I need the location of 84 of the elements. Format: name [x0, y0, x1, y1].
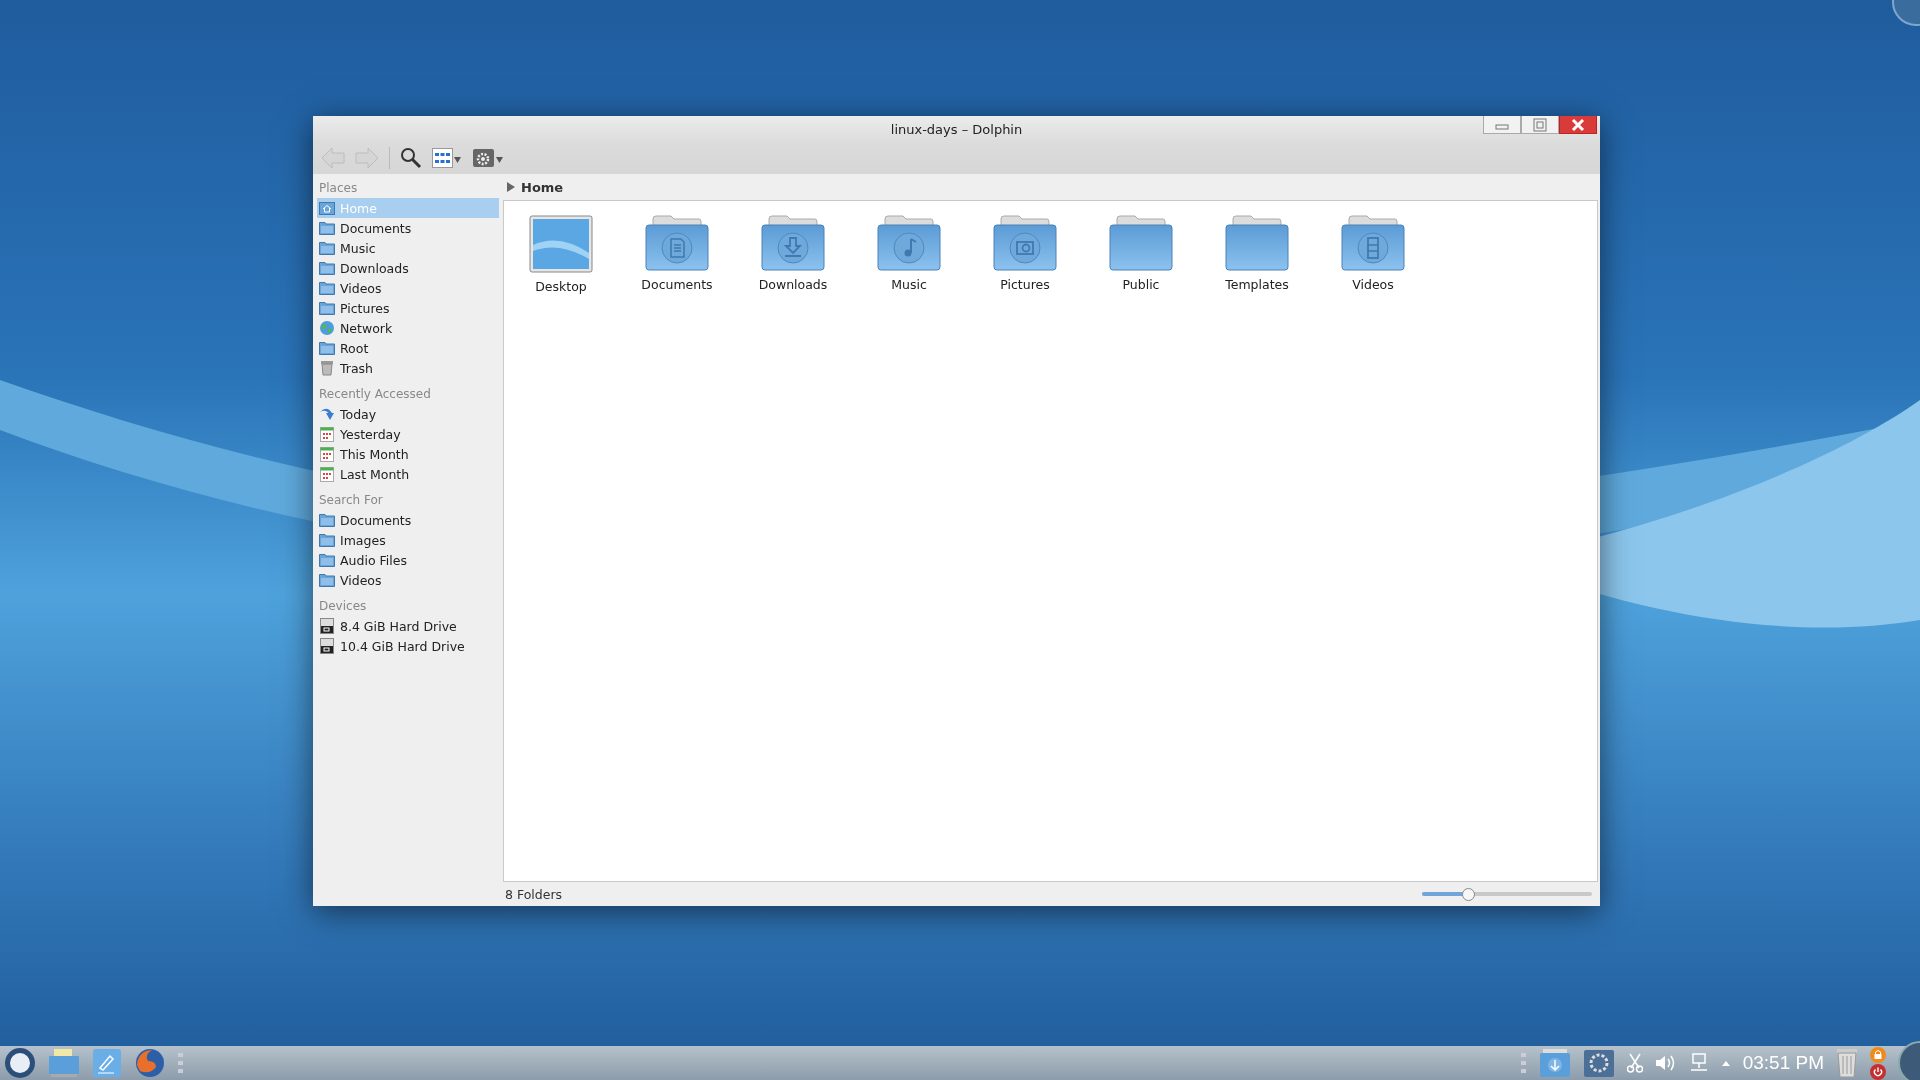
section-heading: Devices [318, 598, 368, 615]
folder-item[interactable]: Desktop [514, 215, 608, 294]
globe-icon [319, 320, 335, 336]
folder-item[interactable]: Music [862, 215, 956, 292]
folder-icon [319, 533, 335, 547]
minimize-button[interactable] [1483, 116, 1521, 134]
folder-icon [1225, 215, 1289, 271]
text-editor-icon[interactable] [92, 1048, 122, 1078]
sidebar-item[interactable]: Last Month [317, 464, 499, 484]
status-summary: 8 Folders [505, 886, 563, 902]
folder-icon [319, 573, 335, 587]
folder-icon [319, 281, 335, 295]
section-heading: Search For [318, 492, 384, 509]
trash-icon [319, 360, 335, 376]
expand-arrow-icon[interactable] [507, 182, 515, 192]
sidebar-item[interactable]: Downloads [317, 258, 499, 278]
home-folder-icon [319, 201, 335, 215]
sidebar-item[interactable]: Music [317, 238, 499, 258]
close-icon [1571, 117, 1585, 132]
folder-icon [319, 261, 335, 275]
folder-icon [1109, 215, 1173, 271]
folder-item[interactable]: Videos [1326, 215, 1420, 292]
search-icon[interactable] [400, 147, 422, 169]
curved-arrow-icon [319, 406, 335, 422]
desktop-screen-icon [529, 215, 593, 273]
sidebar-item[interactable]: This Month [317, 444, 499, 464]
calendar-icon [319, 446, 335, 462]
settings-icon[interactable] [472, 147, 504, 169]
folder-item[interactable]: Documents [630, 215, 724, 292]
file-manager-icon[interactable] [48, 1048, 80, 1078]
expand-tray-icon[interactable] [1720, 1059, 1731, 1067]
folder-icon [319, 513, 335, 527]
power-icon[interactable] [1870, 1063, 1886, 1080]
sidebar-item[interactable]: 8.4 GiB Hard Drive [317, 616, 499, 636]
camera-folder-icon [993, 215, 1057, 271]
section-heading: Places [318, 180, 359, 197]
close-button[interactable] [1559, 116, 1597, 134]
gear-tray-icon[interactable] [1582, 1048, 1615, 1078]
zoom-slider[interactable] [1422, 887, 1592, 901]
drag-handle-icon[interactable] [1520, 1051, 1527, 1075]
folder-item[interactable]: Templates [1210, 215, 1304, 292]
sidebar-item[interactable]: Root [317, 338, 499, 358]
trash-icon[interactable] [1836, 1048, 1858, 1078]
hard-drive-icon [319, 638, 335, 654]
sidebar-item[interactable]: Images [317, 530, 499, 550]
music-folder-icon [877, 215, 941, 271]
icon-view-icon[interactable] [432, 148, 462, 168]
sidebar-item[interactable]: Audio Files [317, 550, 499, 570]
lock-icon[interactable] [1870, 1046, 1886, 1063]
download-folder-icon [761, 215, 825, 271]
sidebar-item[interactable]: Documents [317, 510, 499, 530]
download-folder-icon[interactable] [1538, 1048, 1571, 1078]
sidebar-item[interactable]: Documents [317, 218, 499, 238]
sidebar-item[interactable]: Videos [317, 570, 499, 590]
app-launcher-icon[interactable] [4, 1047, 36, 1079]
folder-item[interactable]: Pictures [978, 215, 1072, 292]
hard-drive-icon [319, 618, 335, 634]
calendar-icon [319, 426, 335, 442]
sidebar-item[interactable]: Network [317, 318, 499, 338]
folder-icon [319, 221, 335, 235]
window-title: linux-days – Dolphin [890, 121, 1023, 137]
section-heading: Recently Accessed [318, 386, 432, 403]
web-browser-icon[interactable] [134, 1047, 166, 1079]
network-icon[interactable] [1688, 1053, 1709, 1073]
calendar-icon [319, 466, 335, 482]
sidebar-item[interactable]: Pictures [317, 298, 499, 318]
folder-item[interactable]: Public [1094, 215, 1188, 292]
sidebar-item[interactable]: Yesterday [317, 424, 499, 444]
speaker-icon[interactable] [1654, 1053, 1677, 1073]
maximize-icon [1533, 117, 1547, 132]
sidebar-item[interactable]: Videos [317, 278, 499, 298]
folder-icon [319, 301, 335, 315]
drag-handle-icon[interactable] [178, 1051, 184, 1075]
breadcrumb-location[interactable]: Home [521, 179, 564, 195]
film-folder-icon [1341, 215, 1405, 271]
folder-icon [319, 553, 335, 567]
folder-icon [319, 341, 335, 355]
document-folder-icon [645, 215, 709, 271]
sidebar-item[interactable]: Trash [317, 358, 499, 378]
sidebar-item[interactable]: 10.4 GiB Hard Drive [317, 636, 499, 656]
sidebar-item[interactable]: Today [317, 404, 499, 424]
folder-item[interactable]: Downloads [746, 215, 840, 292]
folder-icon [319, 241, 335, 255]
scissors-icon[interactable] [1626, 1053, 1643, 1073]
